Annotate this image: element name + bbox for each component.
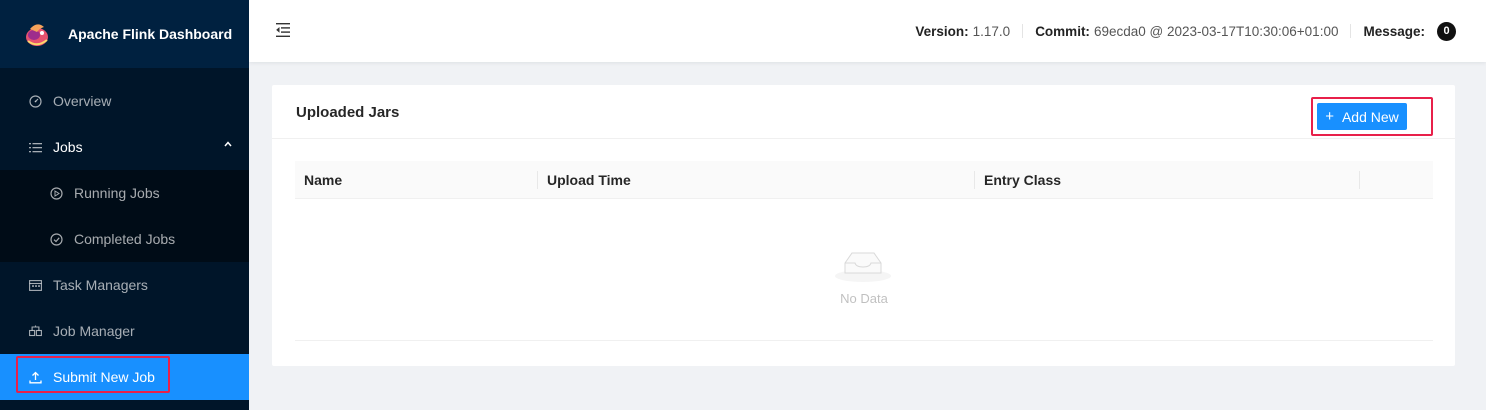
jars-table: Name Upload Time Entry Class No Data	[295, 161, 1433, 341]
sidebar-item-label: Overview	[53, 93, 112, 109]
check-circle-icon	[48, 232, 64, 246]
version-label: Version:	[915, 23, 969, 39]
flink-logo-icon	[24, 21, 50, 47]
menu-fold-icon[interactable]	[274, 21, 292, 39]
header-info: Version: 1.17.0 Commit: 69ecda0 @ 2023-0…	[915, 0, 1456, 62]
empty-text: No Data	[840, 291, 888, 306]
cluster-icon	[27, 325, 43, 337]
sidebar-item-task-managers[interactable]: Task Managers	[0, 262, 249, 308]
sidebar-item-job-manager[interactable]: Job Manager	[0, 308, 249, 354]
empty-inbox-icon	[831, 243, 895, 286]
sidebar-item-overview[interactable]: Overview	[0, 78, 249, 124]
commit-label: Commit:	[1035, 23, 1090, 39]
sidebar-logo[interactable]: Apache Flink Dashboard	[0, 0, 249, 68]
message-label[interactable]: Message:	[1363, 24, 1425, 39]
column-header-upload-time[interactable]: Upload Time	[538, 161, 631, 199]
sidebar-item-label: Completed Jobs	[74, 231, 176, 247]
app-title: Apache Flink Dashboard	[68, 26, 233, 42]
sidebar-item-completed-jobs[interactable]: Completed Jobs	[0, 216, 249, 262]
add-new-button[interactable]: + Add New	[1317, 103, 1407, 130]
sidebar-item-label: Job Manager	[53, 323, 135, 339]
sidebar-item-label: Task Managers	[53, 277, 148, 293]
play-circle-icon	[48, 186, 64, 200]
sidebar-item-label: Jobs	[53, 139, 83, 155]
sidebar-item-submit-new-job[interactable]: Submit New Job	[0, 354, 249, 400]
sidebar-item-running-jobs[interactable]: Running Jobs	[0, 170, 249, 216]
commit-value: 69ecda0 @ 2023-03-17T10:30:06+01:00	[1093, 23, 1339, 39]
table-header: Name Upload Time Entry Class	[295, 161, 1433, 199]
chevron-up-icon[interactable]	[223, 139, 233, 152]
column-header-name[interactable]: Name	[295, 161, 342, 199]
sidebar-menu: Overview Jobs Running Jobs Completed Job…	[0, 78, 249, 400]
header-divider	[1350, 24, 1352, 38]
calendar-icon	[27, 279, 43, 291]
version-value: 1.17.0	[972, 23, 1011, 39]
plus-icon: +	[1325, 108, 1334, 125]
column-divider	[1359, 171, 1360, 189]
sidebar-item-label: Running Jobs	[74, 185, 160, 201]
card-title: Uploaded Jars	[296, 104, 400, 121]
add-new-highlight: + Add New	[1311, 97, 1433, 136]
add-new-label: Add New	[1341, 108, 1399, 125]
highlight-box	[16, 356, 170, 393]
list-icon	[27, 142, 43, 153]
empty-state: No Data	[295, 199, 1433, 341]
top-header: Version: 1.17.0 Commit: 69ecda0 @ 2023-0…	[249, 0, 1486, 62]
card-header: Uploaded Jars + Add New	[272, 85, 1455, 139]
message-count-badge[interactable]: 0	[1437, 21, 1456, 41]
uploaded-jars-card: Uploaded Jars + Add New Name Upload Time…	[272, 85, 1455, 366]
sidebar-item-jobs[interactable]: Jobs	[0, 124, 249, 170]
dashboard-icon	[27, 94, 43, 108]
column-header-entry-class[interactable]: Entry Class	[975, 161, 1061, 199]
sidebar: Apache Flink Dashboard Overview Jobs Run…	[0, 0, 249, 410]
header-divider	[1022, 24, 1024, 38]
